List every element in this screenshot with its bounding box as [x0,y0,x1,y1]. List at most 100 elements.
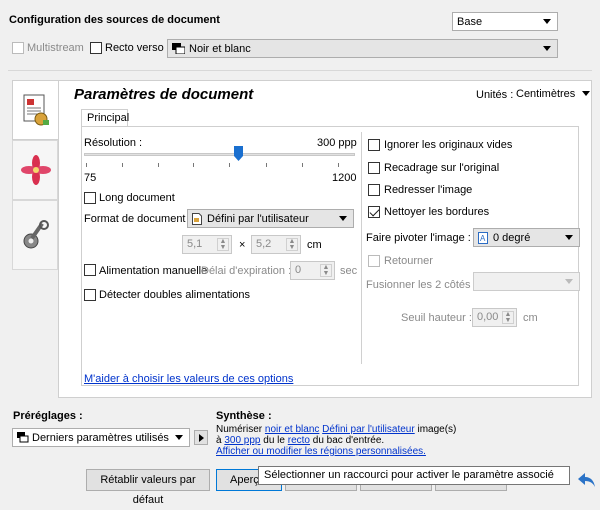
chevron-down-icon [339,216,347,221]
slider-tick [193,163,194,167]
spin-buttons-icon[interactable]: ▲ ▼ [502,311,514,324]
timeout-value: 0 [295,264,302,276]
preset-select-value: Base [457,15,483,28]
preset-select[interactable]: Base [452,12,558,31]
summary-text-a: à [216,435,222,446]
slider-tick [229,163,230,167]
resolution-max-label: 1200 [332,172,357,184]
merge-select[interactable] [473,272,580,291]
summary-text-du-le: du le [263,435,285,446]
threshold-unit: cm [523,312,538,324]
custom-page-icon [192,212,202,225]
double-feed-label: Détecter doubles alimentations [99,289,251,301]
resolution-slider-track[interactable] [84,153,355,156]
resolution-min-label: 75 [84,172,97,184]
threshold-label: Seuil hauteur : [401,312,472,324]
presets-select-value: Derniers paramètres utilisés [32,431,169,444]
tab-principal-label: Principal [87,112,130,124]
presets-select[interactable]: Derniers paramètres utilisés [12,428,190,447]
svg-text:A: A [480,234,486,243]
summary-text-bac: du bac d'entrée. [312,435,385,446]
spin-buttons-icon[interactable]: ▲ ▼ [286,238,298,251]
resolution-slider-thumb[interactable] [233,146,243,161]
back-arrow-icon[interactable] [578,472,596,488]
ignore-blank-label: Ignorer les originaux vides [384,139,513,151]
chevron-right-icon [199,434,204,442]
threshold-value: 0,00 [477,311,499,323]
slider-tick [338,163,339,167]
times-symbol: × [239,239,246,251]
chevron-down-icon [565,235,573,240]
chevron-down-icon [175,435,183,440]
crop-original-label: Recadrage sur l'original [384,162,500,174]
ignore-blank-checkbox[interactable] [368,139,380,151]
color-mode-icon [172,43,186,55]
summary-text-image: image(s) [417,424,457,435]
chevron-down-icon [543,19,551,24]
summary-link-resolution[interactable]: 300 ppp [224,435,260,446]
chevron-down-icon [582,91,590,96]
summary-link-color[interactable]: noir et blanc [265,424,319,435]
timeout-label: Délai d'expiration : [201,265,292,277]
presets-icon [17,432,29,443]
summary-link-format[interactable]: Défini par l'utilisateur [322,424,415,435]
presets-menu-button[interactable] [194,430,208,445]
tab-principal[interactable]: Principal [81,109,130,127]
recto-verso-label: Recto verso [105,42,164,54]
flip-checkbox[interactable] [368,255,380,267]
crop-original-checkbox[interactable] [368,162,380,174]
timeout-input[interactable]: 0 ▲ ▼ [290,261,335,280]
timeout-unit: sec [340,265,358,277]
format-select[interactable]: Défini par l'utilisateur [187,209,354,228]
chevron-down-icon [565,279,573,284]
rotate-label: Faire pivoter l'image : [366,232,471,244]
flower-icon [21,155,51,185]
summary-link-side[interactable]: recto [288,435,310,446]
rotate-select-value: 0 degré [493,231,531,244]
panel-title: Paramètres de document [74,86,254,103]
width-value: 5,1 [187,238,203,250]
resolution-label: Résolution : [84,137,143,149]
reset-defaults-button[interactable]: Rétablir valeurs par défaut [86,469,210,506]
merge-label: Fusionner les 2 côtés : [366,279,477,291]
help-link[interactable]: M'aider à choisir les valeurs de ces opt… [84,373,293,385]
format-select-value: Défini par l'utilisateur [207,212,309,225]
tools-icon [21,219,51,251]
format-label: Format de document : [84,213,192,225]
long-document-label: Long document [99,192,175,204]
spin-buttons-icon[interactable]: ▲ ▼ [217,238,229,251]
straighten-label: Redresser l'image [384,184,473,196]
slider-tick [302,163,303,167]
height-input[interactable]: 5,2 ▲ ▼ [251,235,301,254]
tab-image-settings[interactable] [12,140,58,200]
summary-link-regions[interactable]: Afficher ou modifier les régions personn… [216,446,426,457]
spin-buttons-icon[interactable]: ▲ ▼ [320,264,332,277]
presets-label: Préréglages : [13,410,83,422]
color-mode-select-value: Noir et blanc [189,42,251,55]
tab-advanced-settings[interactable] [12,200,58,270]
rotate-select[interactable]: A 0 degré [473,228,580,247]
chevron-down-icon [543,46,551,51]
slider-tick [122,163,123,167]
double-feed-checkbox[interactable] [84,289,96,301]
flip-label: Retourner [384,255,433,267]
clean-borders-checkbox[interactable] [368,206,380,218]
multistream-checkbox[interactable] [12,42,24,54]
long-document-checkbox[interactable] [84,192,96,204]
slider-tick [266,163,267,167]
recto-verso-checkbox[interactable] [90,42,102,54]
shortcut-tooltip: Sélectionner un raccourci pour activer l… [258,466,570,485]
size-unit: cm [307,239,322,251]
color-mode-select[interactable]: Noir et blanc [167,39,558,58]
slider-tick [86,163,87,167]
threshold-input[interactable]: 0,00 ▲ ▼ [472,308,517,327]
clean-borders-label: Nettoyer les bordures [384,206,490,218]
units-select[interactable]: Centimètres [516,85,592,103]
width-input[interactable]: 5,1 ▲ ▼ [182,235,232,254]
manual-feed-checkbox[interactable] [84,264,96,276]
header-divider [8,70,592,71]
summary-text-pre: Numériser [216,424,263,435]
tab-document-settings[interactable] [12,80,58,140]
straighten-checkbox[interactable] [368,184,380,196]
units-select-value: Centimètres [516,88,576,100]
